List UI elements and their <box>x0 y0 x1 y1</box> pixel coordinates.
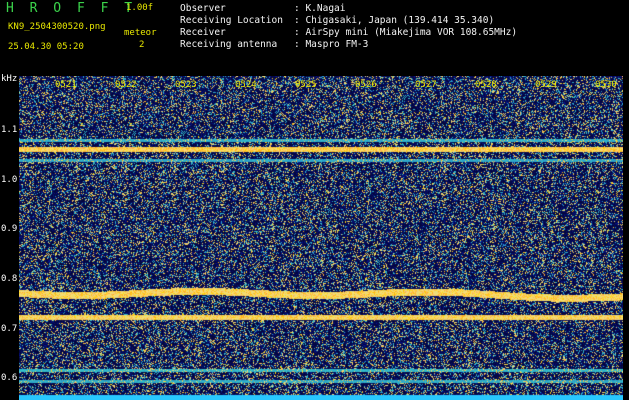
info-key: Observer <box>180 3 226 14</box>
date-time: 25.04.30 05:20 <box>8 42 84 52</box>
info-row-antenna: Receiving antenna : Maspro FM-3 <box>180 39 368 50</box>
time-label: 0530 <box>595 80 617 90</box>
info-value: : AirSpy mini (Miakejima VOR 108.65MHz) <box>294 27 518 38</box>
time-label: 0525 <box>295 80 317 90</box>
freq-label: 1.0 <box>1 175 18 185</box>
freq-label: 0.7 <box>1 324 18 334</box>
file-name: KN9_2504300520.png <box>8 22 106 32</box>
app-title: H R O F F T <box>6 1 137 16</box>
time-label: 0524 <box>235 80 257 90</box>
info-row-observer: Observer : K.Nagai <box>180 3 345 14</box>
freq-label: 0.6 <box>1 373 18 383</box>
info-value: : Chigasaki, Japan (139.414 35.340) <box>294 15 495 26</box>
spectrogram-canvas <box>19 76 623 400</box>
time-label: 0528 <box>475 80 497 90</box>
info-value: : K.Nagai <box>294 3 346 14</box>
info-row-location: Receiving Location : Chigasaki, Japan (13… <box>180 15 494 26</box>
freq-label: 1.1 <box>1 125 18 135</box>
freq-label: 0.9 <box>1 224 18 234</box>
time-label: 0527 <box>415 80 437 90</box>
meteor-label: meteor <box>124 28 157 38</box>
time-label: 0521 <box>55 80 77 90</box>
version-label: 1.00f <box>126 3 154 13</box>
info-row-receiver: Receiver : AirSpy mini (Miakejima VOR 108… <box>180 27 517 38</box>
info-key: Receiving Location <box>180 15 283 26</box>
time-label: 0523 <box>175 80 197 90</box>
time-label: 0529 <box>535 80 557 90</box>
info-value: : Maspro FM-3 <box>294 39 369 50</box>
time-axis: 0521 0522 0523 0524 0525 0526 0527 0528 … <box>0 79 629 93</box>
time-label: 0526 <box>355 80 377 90</box>
info-key: Receiving antenna <box>180 39 278 50</box>
time-label: 0522 <box>115 80 137 90</box>
meteor-count: 2 <box>139 40 145 50</box>
freq-label: 0.8 <box>1 274 18 284</box>
info-key: Receiver <box>180 27 226 38</box>
